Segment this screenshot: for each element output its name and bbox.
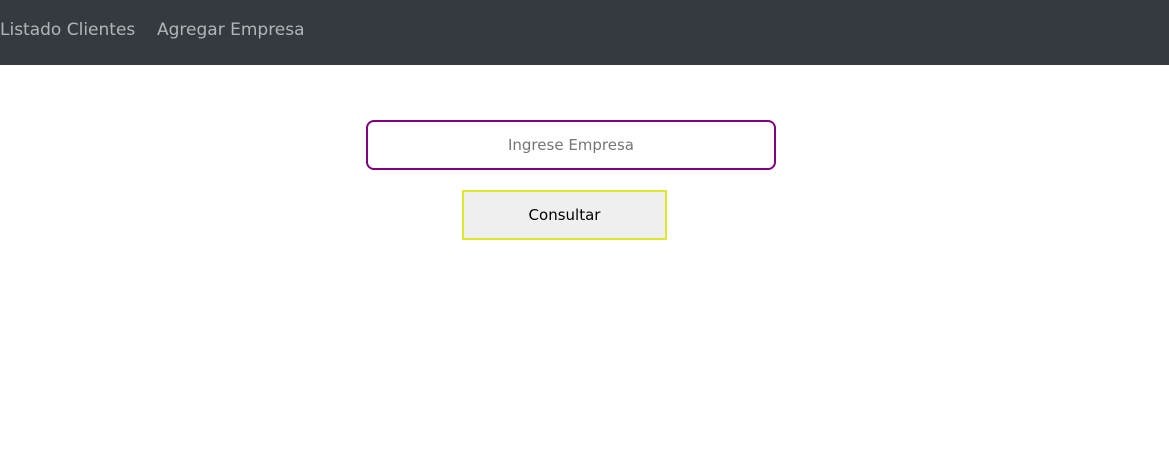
top-navbar: Listado Clientes Agregar Empresa — [0, 0, 1169, 65]
consult-button[interactable]: Consultar — [462, 190, 667, 240]
nav-link-agregar-empresa[interactable]: Agregar Empresa — [157, 19, 305, 41]
nav-link-listado-clientes[interactable]: Listado Clientes — [0, 19, 135, 41]
company-search-input[interactable] — [366, 120, 776, 170]
